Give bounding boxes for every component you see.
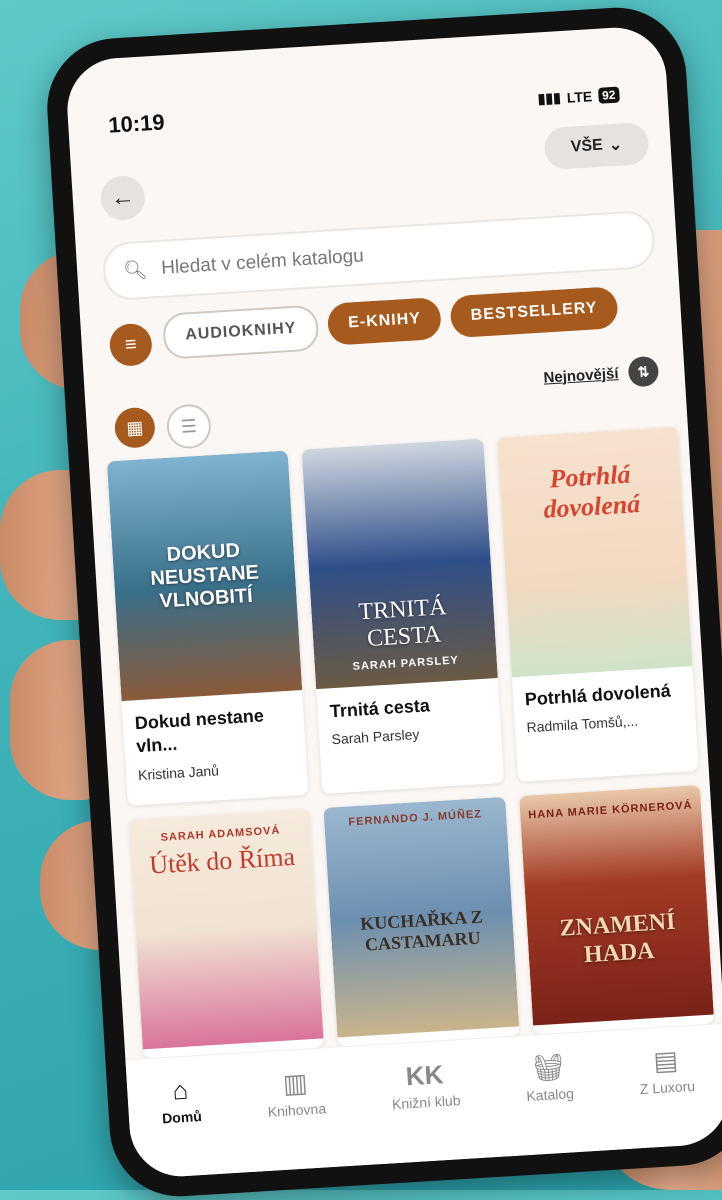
nav-item-domu[interactable]: ⌂ Domů: [160, 1074, 203, 1127]
book-grid: DOKUD NEUSTANE VLNOBITÍ Dokud nestane vl…: [106, 426, 715, 1059]
app-screen: 10:19 ▮▮▮ LTE 92 ← VŠE ⌄ 🔍︎ Hledat v cel…: [64, 24, 722, 1180]
battery-icon: 92: [597, 86, 620, 104]
book-cover: FERNANDO J. MÚÑEZ KUCHAŘKA Z CASTAMARU: [323, 797, 519, 1038]
nav-label: Z Luxoru: [639, 1077, 696, 1098]
book-card[interactable]: DOKUD NEUSTANE VLNOBITÍ Dokud nestane vl…: [106, 450, 309, 807]
book-card[interactable]: TRNITÁ CESTA SARAH PARSLEY Trnitá cesta …: [301, 438, 504, 795]
search-input[interactable]: 🔍︎ Hledat v celém katalogu: [101, 209, 657, 302]
signal-icon: ▮▮▮: [537, 89, 562, 107]
cover-title: Útěk do Říma: [148, 842, 296, 881]
cover-title: DOKUD NEUSTANE VLNOBITÍ: [149, 539, 260, 613]
nav-item-z-luxoru[interactable]: ▤ Z Luxoru: [637, 1044, 696, 1098]
nav-label: Knižní klub: [391, 1092, 461, 1113]
nav-item-knihovna[interactable]: ▥ Knihovna: [265, 1067, 327, 1120]
network-label: LTE: [566, 87, 593, 106]
cover-title: ZNAMENÍ HADA: [558, 909, 677, 969]
nav-item-katalog[interactable]: 🧺︎ Katalog: [524, 1051, 575, 1105]
chevron-down-icon: ⌄: [608, 136, 623, 155]
chip-bestsellery[interactable]: BESTSELLERY: [449, 286, 619, 339]
book-club-icon: KK: [404, 1059, 445, 1092]
book-author: Radmila Tomšů,...: [526, 712, 639, 736]
book-card[interactable]: Potrhlá dovolená Potrhlá dovolená Radmil…: [496, 426, 699, 783]
book-title: Trnitá cesta: [329, 695, 431, 722]
list-view-button[interactable]: ☰: [165, 403, 213, 450]
grid-view-button[interactable]: ▦: [113, 406, 157, 449]
book-card[interactable]: SARAH ADAMSOVÁ Útěk do Říma: [128, 809, 325, 1059]
scope-label: VŠE: [570, 136, 604, 156]
cover-title: Potrhlá dovolená: [542, 459, 642, 524]
scope-dropdown[interactable]: VŠE ⌄: [543, 121, 650, 171]
search-placeholder: Hledat v celém katalogu: [160, 245, 365, 279]
status-indicators: ▮▮▮ LTE 92: [537, 86, 620, 108]
nav-label: Domů: [161, 1107, 203, 1127]
book-author: Sarah Parsley: [331, 726, 420, 748]
cover-author: SARAH ADAMSOVÁ: [160, 825, 281, 845]
back-button[interactable]: ←: [99, 174, 147, 222]
basket-icon: 🧺︎: [531, 1051, 566, 1084]
home-icon: ⌂: [171, 1074, 190, 1106]
view-toggle: ▦ ☰: [113, 403, 213, 453]
book-card[interactable]: FERNANDO J. MÚÑEZ KUCHAŘKA Z CASTAMARU: [323, 797, 520, 1047]
book-title: Potrhlá dovolená: [524, 680, 672, 710]
book-title: Dokud nestane vln...: [134, 705, 265, 757]
book-cover: DOKUD NEUSTANE VLNOBITÍ: [106, 450, 303, 702]
book-card[interactable]: HANA MARIE KÖRNEROVÁ ZNAMENÍ HADA: [518, 785, 715, 1035]
search-icon: 🔍︎: [122, 259, 149, 283]
nav-label: Knihovna: [267, 1100, 327, 1120]
cover-author: HANA MARIE KÖRNEROVÁ: [528, 799, 693, 822]
nav-item-knizni-klub[interactable]: KK Knižní klub: [390, 1059, 461, 1113]
status-time: 10:19: [107, 109, 166, 138]
filter-button[interactable]: ≡: [108, 322, 154, 368]
phone-frame: 10:19 ▮▮▮ LTE 92 ← VŠE ⌄ 🔍︎ Hledat v cel…: [43, 3, 722, 1200]
chip-e-knihy[interactable]: E-KNIHY: [327, 296, 443, 346]
library-icon: ▥: [282, 1067, 309, 1099]
cover-title: KUCHAŘKA Z CASTAMARU: [359, 906, 484, 955]
arrow-left-icon: ←: [109, 183, 136, 212]
cover-author: FERNANDO J. MÚÑEZ: [348, 808, 483, 829]
chip-audioknihy[interactable]: AUDIOKNIHY: [161, 304, 320, 360]
book-cover: SARAH ADAMSOVÁ Útěk do Říma: [128, 809, 324, 1050]
cover-title: TRNITÁ CESTA: [357, 593, 448, 653]
category-chips: AUDIOKNIHY E-KNIHY BESTSELLERY: [161, 282, 682, 360]
nav-label: Katalog: [525, 1085, 575, 1105]
book-cover: Potrhlá dovolená: [496, 426, 693, 678]
sort-control[interactable]: Nejnovější ⇅: [543, 355, 660, 393]
book-cover: HANA MARIE KÖRNEROVÁ ZNAMENÍ HADA: [518, 785, 714, 1026]
book-cover: TRNITÁ CESTA SARAH PARSLEY: [301, 438, 498, 690]
cover-author: SARAH PARSLEY: [352, 654, 460, 673]
book-author: Kristina Janů: [137, 762, 220, 783]
sort-icon: ⇅: [627, 355, 660, 388]
list-icon: ☰: [180, 415, 198, 437]
sort-label: Nejnovější: [543, 364, 619, 387]
filter-icon: ≡: [124, 332, 138, 356]
document-icon: ▤: [652, 1044, 679, 1077]
grid-icon: ▦: [125, 416, 144, 438]
